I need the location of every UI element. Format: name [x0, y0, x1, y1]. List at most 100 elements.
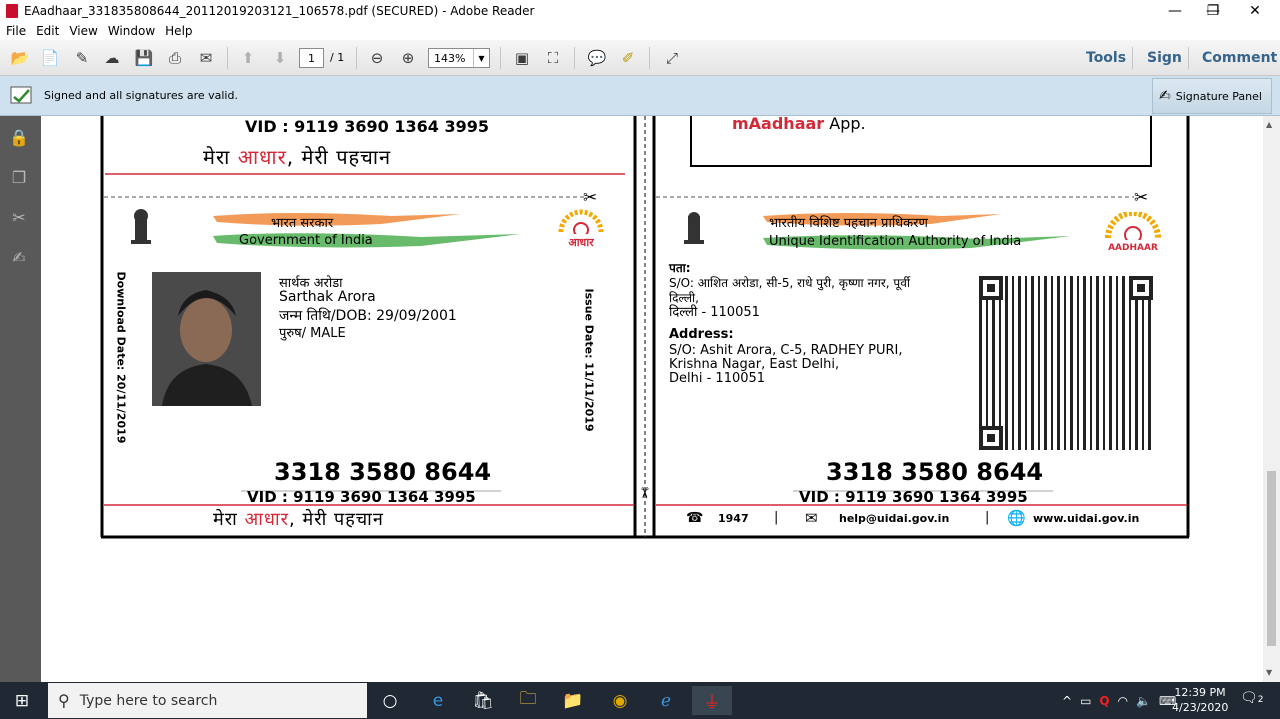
menu-file[interactable]: File — [6, 24, 26, 38]
restore-button[interactable]: ❐ — [1198, 0, 1228, 22]
back-vid: VID : 9119 3690 1364 3995 — [799, 488, 1028, 506]
zoom-in-icon[interactable]: ⊕ — [396, 47, 420, 69]
chevron-up-icon[interactable]: ^ — [1062, 694, 1072, 708]
email-icon-footer: ✉ — [805, 509, 818, 527]
signature-icon[interactable]: ✍ — [8, 246, 30, 268]
volume-icon[interactable]: 🔈 — [1136, 694, 1151, 708]
profile-photo — [152, 272, 261, 406]
battery-icon[interactable]: ▭ — [1080, 694, 1091, 708]
scroll-up-icon[interactable]: ▲ — [1266, 120, 1272, 129]
file-explorer-icon[interactable]: 🗀 — [508, 686, 548, 715]
edge-icon[interactable]: e — [418, 686, 458, 715]
previous-page-icon[interactable]: ⬆ — [236, 47, 260, 69]
qr-code — [979, 276, 1153, 450]
fit-page-icon[interactable]: ▣ — [510, 47, 534, 69]
notification-count: 2 — [1257, 695, 1264, 705]
highlight-icon[interactable]: ✐ — [616, 47, 640, 69]
close-button[interactable]: ✕ — [1240, 0, 1270, 22]
signature-valid-icon — [10, 86, 32, 104]
chrome-icon[interactable]: ◉ — [600, 686, 640, 715]
scroll-down-icon[interactable]: ▼ — [1266, 668, 1272, 677]
address-label: Address: — [669, 327, 734, 342]
adobe-reader-taskbar-icon[interactable]: ⏚ — [692, 686, 732, 715]
print-icon[interactable]: ⎙ — [163, 47, 187, 69]
front-vid: VID : 9119 3690 1364 3995 — [247, 488, 476, 506]
email-icon[interactable]: ✉ — [194, 47, 218, 69]
folder-icon[interactable]: 📁 — [553, 686, 593, 715]
pages-icon[interactable]: ❐ — [8, 166, 30, 188]
task-view-icon[interactable]: ○ — [370, 686, 410, 715]
center-scissors-icon: ✂ — [635, 486, 654, 500]
scrollbar-thumb[interactable] — [1267, 471, 1276, 646]
back-scissors-icon: ✂ — [1134, 188, 1149, 208]
cloud-upload-icon[interactable]: ☁ — [100, 47, 124, 69]
sign-button[interactable]: Sign — [1147, 50, 1182, 66]
action-center-icon[interactable]: 🗨2 — [1240, 690, 1264, 710]
back-aadhaar-number: 3318 3580 8644 — [826, 458, 1044, 486]
menu-window[interactable]: Window — [108, 24, 155, 38]
minimize-glyph[interactable]: — — [1160, 0, 1190, 22]
menu-edit[interactable]: Edit — [36, 24, 59, 38]
zoom-select[interactable]: 143% ▼ — [428, 48, 490, 68]
create-pdf-icon[interactable]: 📄 — [38, 47, 62, 69]
help-email: help@uidai.gov.in — [839, 512, 950, 525]
footer-divider-2: | — [985, 510, 990, 525]
store-icon[interactable]: 🛍 — [463, 686, 503, 715]
aadhaar-logo-back-text: AADHAAR — [1108, 243, 1158, 253]
page-number-input[interactable]: 1 — [299, 48, 324, 68]
signature-bar: Signed and all signatures are valid. ✍ S… — [0, 76, 1280, 116]
internet-explorer-icon[interactable]: ℯ — [646, 686, 686, 715]
footer-divider-1: | — [774, 510, 779, 525]
toolbar: 📂 📄 ✎ ☁ 💾 ⎙ ✉ ⬆ ⬇ 1 / 1 ⊖ ⊕ 143% ▼ ▣ ⛶ 💬… — [0, 40, 1280, 76]
taskbar-search[interactable]: ⚲ Type here to search — [48, 683, 367, 718]
fullscreen-icon[interactable]: ⤢ — [660, 47, 684, 69]
zoom-value: 143% — [434, 51, 466, 65]
tools-button[interactable]: Tools — [1086, 50, 1126, 66]
back-emblem-icon — [679, 210, 709, 250]
globe-icon: 🌐 — [1007, 509, 1026, 527]
authority-english: Unique Identification Authority of India — [769, 234, 1022, 249]
front-tagline-part-c: , मेरी पहचान — [289, 509, 384, 530]
title-bar: EAadhaar_331835808644_20112019203121_106… — [0, 0, 1280, 22]
signature-panel-button[interactable]: ✍ Signature Panel — [1152, 78, 1272, 114]
wifi-icon[interactable]: ◠ — [1118, 694, 1128, 708]
tagline-part-a: मेरा — [203, 145, 238, 169]
helpline-number: 1947 — [718, 512, 749, 525]
clock-date: 4/23/2020 — [1172, 701, 1229, 714]
open-icon[interactable]: 📂 — [8, 47, 32, 69]
comment-button[interactable]: Comment — [1202, 50, 1277, 66]
phone-icon: ☎ — [686, 510, 704, 526]
chevron-down-icon[interactable]: ▼ — [473, 49, 489, 67]
signature-status: Signed and all signatures are valid. — [44, 89, 238, 102]
mAadhaar-name: mAadhaar — [732, 116, 825, 133]
clock[interactable]: 12:39 PM 4/23/2020 — [1172, 685, 1228, 715]
address-hindi-line-3: दिल्ली - 110051 — [669, 305, 760, 320]
quick-heal-icon[interactable]: Q — [1099, 694, 1109, 708]
menu-view[interactable]: View — [69, 24, 97, 38]
download-date: Download Date: 20/11/2019 — [114, 271, 128, 444]
navigation-pane: 🔒 ❐ ✂ ✍ — [0, 116, 41, 682]
issue-date-wrap: Issue Date: 11/11/2019 — [581, 289, 597, 432]
front-top-tagline: मेरा आधार, मेरी पहचान — [203, 143, 391, 170]
windows-start-icon[interactable]: ⊞ — [2, 686, 42, 715]
zoom-out-icon[interactable]: ⊖ — [365, 47, 389, 69]
front-top-vid: VID : 9119 3690 1364 3995 — [245, 117, 489, 136]
next-page-icon[interactable]: ⬇ — [268, 47, 292, 69]
mAadhaar-text: mAadhaar App. — [732, 116, 866, 133]
sticky-note-icon[interactable]: 💬 — [585, 47, 609, 69]
menu-help[interactable]: Help — [165, 24, 192, 38]
document-view: VID : 9119 3690 1364 3995 मेरा आधार, मेर… — [41, 116, 1263, 682]
page-total: / 1 — [330, 51, 345, 64]
gender: पुरुष/ MALE — [279, 326, 346, 341]
menu-bar: File Edit View Window Help — [0, 22, 1280, 40]
save-icon[interactable]: 💾 — [132, 47, 156, 69]
vertical-scrollbar[interactable]: ▲ ▼ — [1263, 116, 1280, 682]
signature-panel-label: Signature Panel — [1175, 89, 1262, 103]
lock-icon[interactable]: 🔒 — [8, 126, 30, 148]
attachment-icon[interactable]: ✂ — [8, 206, 30, 228]
edit-pdf-icon[interactable]: ✎ — [70, 47, 94, 69]
window-title: EAadhaar_331835808644_20112019203121_106… — [24, 4, 535, 18]
front-tagline: मेरा आधार, मेरी पहचान — [213, 507, 384, 531]
search-placeholder: Type here to search — [79, 692, 218, 709]
fit-width-icon[interactable]: ⛶ — [541, 47, 565, 69]
